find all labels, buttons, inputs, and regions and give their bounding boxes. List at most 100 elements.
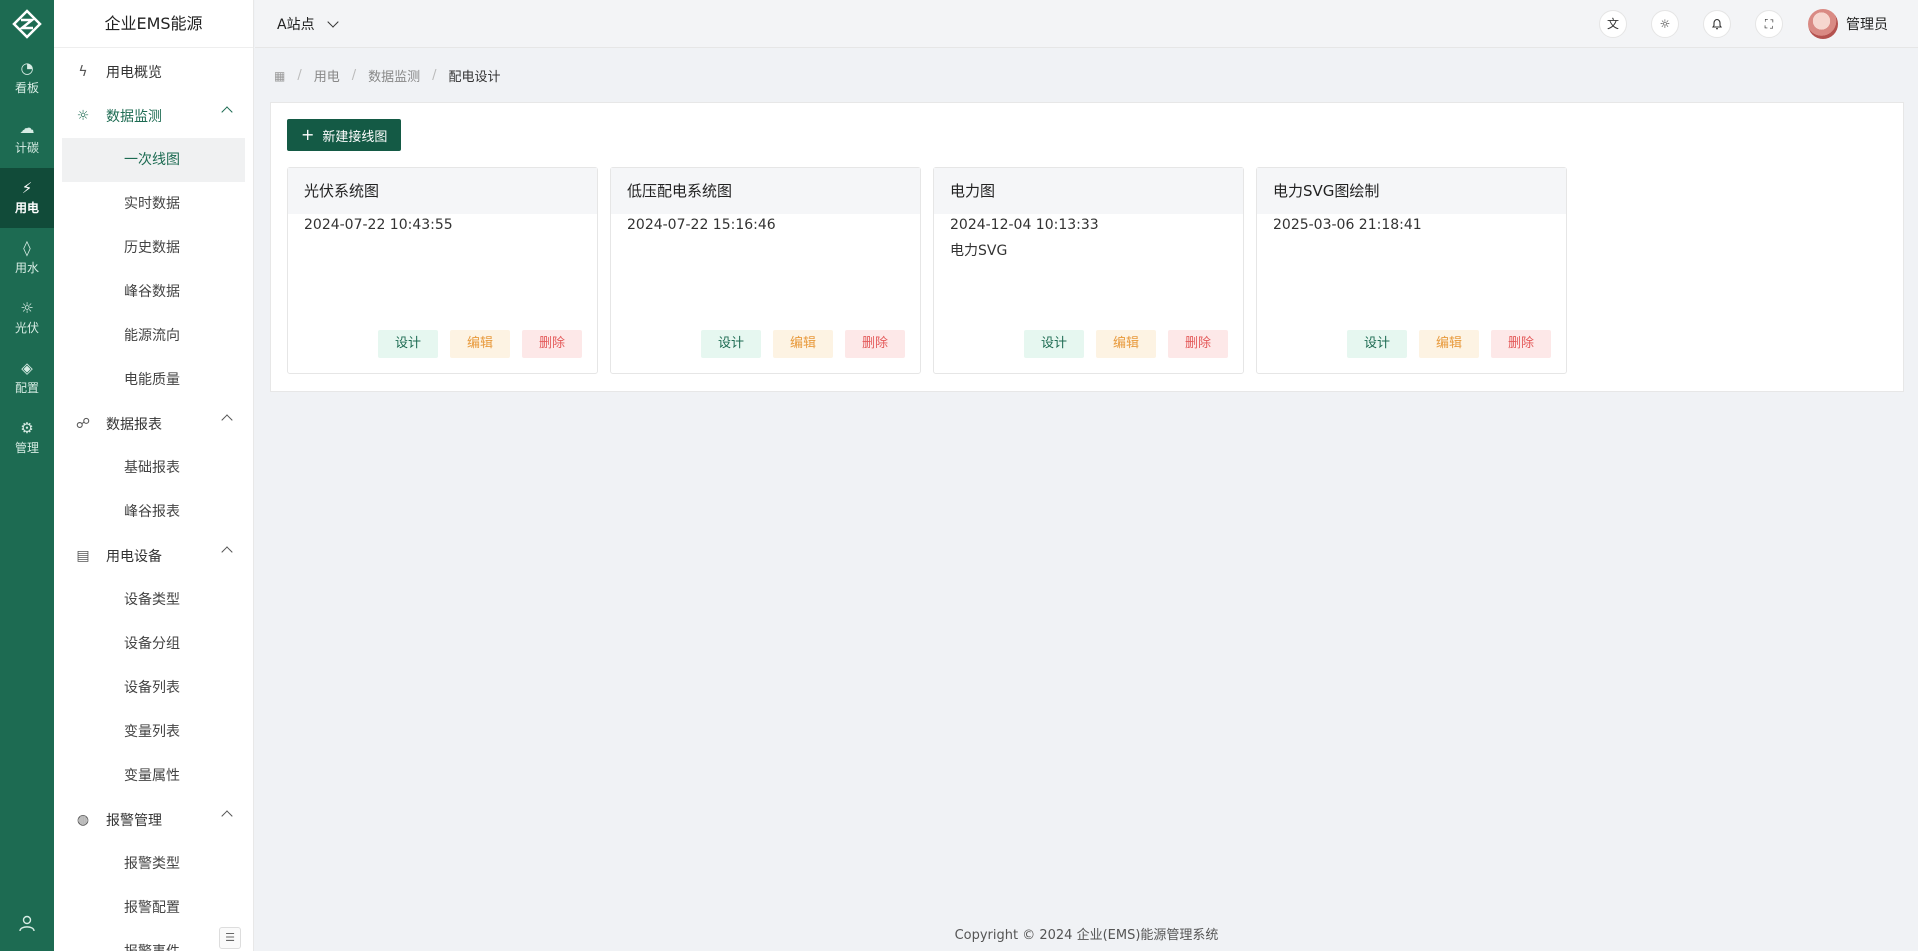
bell-icon[interactable] [1703, 10, 1731, 38]
grid-home-icon[interactable]: ▦ [274, 69, 285, 83]
menu-label: 用电概览 [106, 65, 162, 81]
rail-item-carbon[interactable]: ☁ 计碳 [0, 108, 54, 168]
rail-item-label: 用水 [14, 261, 39, 275]
gear-icon: ⚙ [20, 419, 34, 437]
card-title: 电力图 [934, 168, 1243, 214]
breadcrumb-item[interactable]: 用电 [314, 66, 340, 85]
card-title: 低压配电系统图 [611, 168, 920, 214]
edit-button[interactable]: 编辑 [450, 330, 510, 358]
design-button[interactable]: 设计 [1024, 330, 1084, 358]
user-menu[interactable]: 管理员 [1808, 9, 1888, 39]
breadcrumb-separator: / [297, 68, 302, 83]
menu-item-alarm-type[interactable]: 报警类型 [54, 842, 253, 886]
design-button[interactable]: 设计 [1347, 330, 1407, 358]
menu-item-power-quality[interactable]: 电能质量 [54, 358, 253, 402]
chevron-up-icon [221, 106, 233, 118]
plug-icon: ⚡ [21, 179, 33, 197]
person-icon [19, 915, 35, 932]
logo [0, 0, 54, 48]
card-time: 2024-12-04 10:13:33 [950, 217, 1099, 233]
menu-devices[interactable]: ▤ 用电设备 [54, 534, 253, 578]
card-desc [611, 234, 920, 242]
config-icon: ◈ [21, 359, 33, 377]
diagram-card-list: 光伏系统图 2024-07-22 10:43:55 设计 编辑 删除 低压配电系… [287, 167, 1579, 374]
menu-alarm[interactable]: ◍ 报警管理 [54, 798, 253, 842]
menu-item-device-type[interactable]: 设备类型 [54, 578, 253, 622]
menu-item-device-group[interactable]: 设备分组 [54, 622, 253, 666]
edit-button[interactable]: 编辑 [1096, 330, 1156, 358]
menu-overview[interactable]: ϟ 用电概览 [54, 50, 253, 94]
delete-button[interactable]: 删除 [1168, 330, 1228, 358]
edit-button[interactable]: 编辑 [773, 330, 833, 358]
rail-item-label: 管理 [14, 441, 39, 455]
breadcrumb-item[interactable]: 数据监测 [368, 66, 420, 85]
user-icon[interactable] [0, 914, 54, 937]
alarm-icon: ◍ [76, 812, 90, 828]
collapse-menu-icon[interactable]: ☰ [219, 927, 241, 949]
breadcrumb-separator: / [432, 68, 437, 83]
water-drop-icon: ◊ [23, 239, 31, 257]
card-time: 2025-03-06 21:18:41 [1273, 217, 1422, 233]
menu-label: 数据报表 [106, 417, 162, 433]
plus-icon: + [301, 125, 315, 144]
rail-item-water[interactable]: ◊ 用水 [0, 228, 54, 288]
menu-item-peak-valley[interactable]: 峰谷数据 [54, 270, 253, 314]
rail-item-electricity[interactable]: ⚡ 用电 [0, 168, 54, 228]
diagram-card: 低压配电系统图 2024-07-22 15:16:46 设计 编辑 删除 [610, 167, 921, 374]
chevron-up-icon [221, 810, 233, 822]
nodes-icon: ☍ [75, 416, 91, 432]
breadcrumb: ▦ / 用电 / 数据监测 / 配电设计 [274, 66, 501, 85]
menu-item-basic-report[interactable]: 基础报表 [54, 446, 253, 490]
card-actions: 设计 编辑 删除 [366, 330, 582, 358]
menu-data-monitor[interactable]: ☼ 数据监测 [54, 94, 253, 138]
sidebar: 企业EMS能源 ϟ 用电概览 ☼ 数据监测 一次线图 实时数据 历史数据 峰谷数… [54, 0, 254, 951]
design-button[interactable]: 设计 [701, 330, 761, 358]
menu-item-energy-flow[interactable]: 能源流向 [54, 314, 253, 358]
sun-icon: ☼ [76, 108, 90, 124]
theme-sun-icon[interactable]: ☼ [1651, 10, 1679, 38]
menu-item-variable-attr[interactable]: 变量属性 [54, 754, 253, 798]
rail-item-label: 看板 [14, 81, 39, 95]
rail-item-label: 光伏 [14, 321, 39, 335]
footer-copyright: Copyright © 2024 企业(EMS)能源管理系统 [954, 928, 1219, 943]
chevron-down-icon [326, 16, 339, 28]
menu-item-history[interactable]: 历史数据 [54, 226, 253, 270]
menu-item-realtime[interactable]: 实时数据 [54, 182, 253, 226]
card-time: 2024-07-22 15:16:46 [627, 217, 776, 233]
breadcrumb-separator: / [351, 68, 357, 83]
delete-button[interactable]: 删除 [1491, 330, 1551, 358]
card-actions: 设计 编辑 删除 [1012, 330, 1228, 358]
content-panel: + 新建接线图 光伏系统图 2024-07-22 10:43:55 设计 编辑 … [270, 102, 1904, 392]
cloud-icon: ☁ [19, 119, 35, 137]
rail-item-dashboard[interactable]: ◔ 看板 [0, 48, 54, 108]
rail-item-label: 用电 [14, 201, 39, 215]
menu-item-variable-list[interactable]: 变量列表 [54, 710, 253, 754]
fullscreen-icon[interactable]: ⛶ [1755, 10, 1783, 38]
delete-button[interactable]: 删除 [522, 330, 582, 358]
new-diagram-button[interactable]: + 新建接线图 [287, 119, 402, 151]
diagram-card: 电力SVG图绘制 2025-03-06 21:18:41 设计 编辑 删除 [1256, 167, 1567, 374]
rail-item-solar[interactable]: ☼ 光伏 [0, 288, 54, 348]
card-time: 2024-07-22 10:43:55 [304, 217, 453, 233]
diagram-card: 光伏系统图 2024-07-22 10:43:55 设计 编辑 删除 [287, 167, 598, 374]
chevron-up-icon [221, 414, 233, 426]
diagram-card: 电力图 2024-12-04 10:13:33 电力SVG 设计 编辑 删除 [933, 167, 1244, 374]
chevron-up-icon [221, 546, 233, 558]
menu-data-report[interactable]: ☍ 数据报表 [54, 402, 253, 446]
site-selector[interactable]: A站点 [277, 14, 339, 34]
rail-item-config[interactable]: ◈ 配置 [0, 348, 54, 408]
menu-item-peak-report[interactable]: 峰谷报表 [54, 490, 253, 534]
rail-item-label: 计碳 [14, 141, 39, 155]
menu-item-primary-diagram[interactable]: 一次线图 [62, 138, 245, 182]
menu-item-device-list[interactable]: 设备列表 [54, 666, 253, 710]
new-diagram-label: 新建接线图 [322, 129, 388, 145]
design-button[interactable]: 设计 [378, 330, 438, 358]
breadcrumb-current: 配电设计 [448, 70, 501, 85]
translate-icon[interactable]: 文 [1599, 10, 1627, 38]
edit-button[interactable]: 编辑 [1419, 330, 1479, 358]
rail-item-manage[interactable]: ⚙ 管理 [0, 408, 54, 468]
menu-item-alarm-config[interactable]: 报警配置 [54, 886, 253, 930]
card-actions: 设计 编辑 删除 [689, 330, 905, 358]
sun-icon: ☼ [20, 299, 34, 317]
delete-button[interactable]: 删除 [845, 330, 905, 358]
